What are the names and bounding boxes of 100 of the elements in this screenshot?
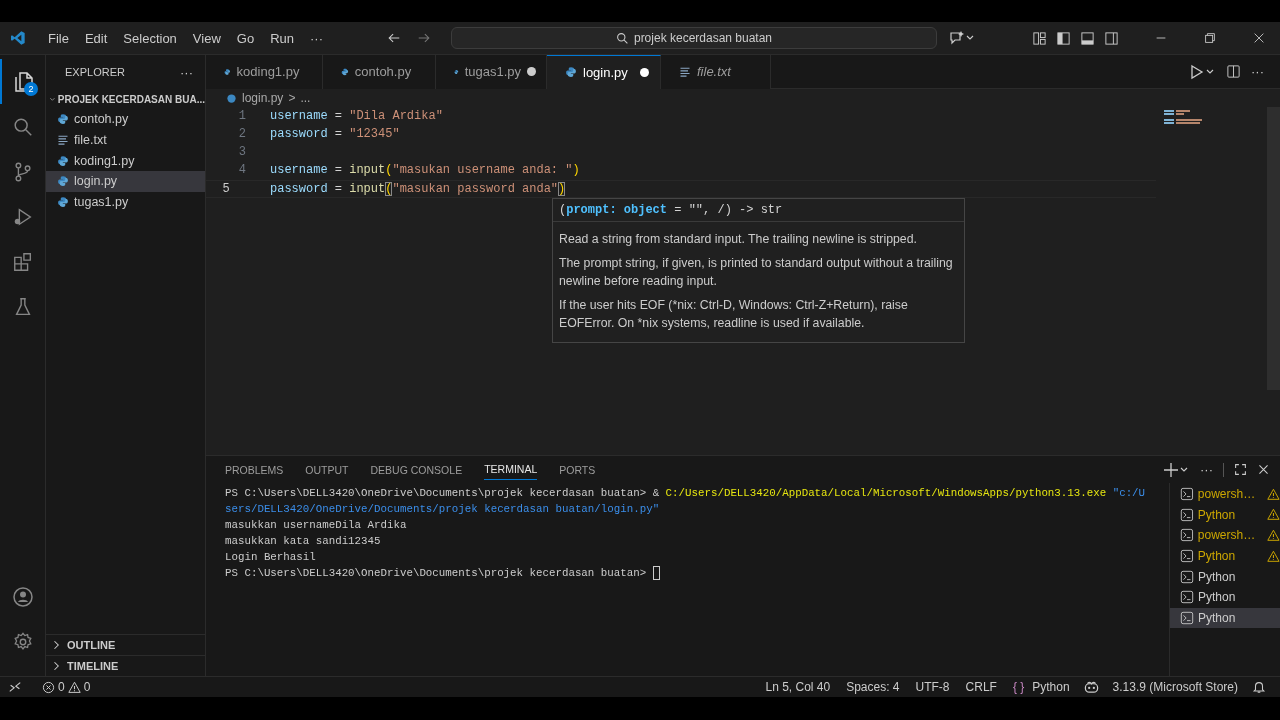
line-number: 2: [237, 126, 246, 142]
breadcrumb-item[interactable]: login.py: [242, 91, 284, 105]
editor-tab[interactable]: login.py: [547, 54, 661, 89]
warning-count: 0: [83, 680, 91, 694]
documentation-text: The prompt string, if given, is printed to standard output without a trailing newline before reading input.: [559, 255, 954, 290]
code-line: username = input("masukan username anda: "): [270, 162, 580, 178]
copilot-icon[interactable]: [1083, 679, 1099, 695]
text-file-icon: [679, 65, 691, 78]
menu-item[interactable]: View: [184, 30, 229, 46]
terminal-icon: [1180, 590, 1194, 605]
remote-icon[interactable]: [8, 680, 22, 694]
cursor-position[interactable]: Ln 5, Col 40: [757, 680, 839, 694]
explorer-entry[interactable]: login.py: [46, 171, 205, 192]
problems-status[interactable]: 0 0: [34, 680, 99, 694]
terminal-item[interactable]: Python: [1170, 504, 1280, 526]
panel-tab[interactable]: PORTS: [559, 459, 596, 480]
terminal-icon: [1180, 528, 1194, 543]
terminal-item[interactable]: Python: [1170, 545, 1280, 567]
error-icon: [42, 680, 55, 694]
more-menu[interactable]: ···: [302, 30, 331, 46]
terminal-line: masukkan kata sandi12345: [225, 535, 381, 547]
run-icon[interactable]: [1190, 63, 1216, 80]
terminal-icon: [1180, 507, 1194, 522]
breadcrumb-item[interactable]: ...: [300, 91, 311, 105]
menu-item[interactable]: Run: [262, 30, 302, 46]
folder-row[interactable]: PROJEK KECERDASAN BUA...: [46, 89, 205, 109]
line-number: 3: [237, 144, 246, 160]
close-icon[interactable]: [1257, 463, 1270, 476]
more-actions[interactable]: ···: [180, 64, 193, 80]
command-center[interactable]: projek kecerdasan buatan: [451, 27, 937, 49]
terminal-item[interactable]: Python: [1170, 586, 1280, 608]
vscode-logo-icon: [10, 30, 26, 46]
split-editor-icon[interactable]: [1226, 64, 1241, 79]
more-actions[interactable]: ···: [1251, 64, 1264, 79]
extensions-icon: [11, 250, 34, 273]
layout-icon[interactable]: [1032, 30, 1047, 46]
encoding-status[interactable]: UTF-8: [907, 680, 958, 694]
terminal-line: PS C:\Users\DELL3420\OneDrive\Documents\projek kecerdasan buatan>: [225, 567, 648, 579]
explorer-entry[interactable]: koding1.py: [46, 150, 205, 172]
code-line: password = input("masukan password anda"): [270, 181, 566, 197]
terminal-icon: [1180, 569, 1194, 584]
language-status-mark[interactable]: { }: [1004, 680, 1025, 694]
terminal-line: Login Berhasil: [225, 551, 316, 563]
terminal-item[interactable]: Python: [1170, 607, 1280, 629]
secondary-sidebar-icon[interactable]: [1104, 30, 1119, 46]
chat-sparkle-icon[interactable]: [949, 30, 975, 46]
bell-icon[interactable]: [1252, 680, 1266, 694]
minimap-drawing: [1164, 110, 1202, 124]
menu-item[interactable]: File: [40, 30, 77, 46]
text-file-icon: [57, 134, 69, 147]
account-icon[interactable]: [10, 584, 35, 609]
line-number: 4: [237, 162, 246, 178]
menu-item[interactable]: Go: [228, 30, 263, 46]
editor-tab[interactable]: tugas1.py: [436, 54, 547, 89]
breadcrumb-separator: >: [288, 91, 296, 105]
maximize-icon[interactable]: [1234, 463, 1247, 476]
back-arrow-icon[interactable]: [387, 31, 401, 45]
sidebar-title: EXPLORER: [65, 66, 125, 78]
terminal-line: PS C:\Users\DELL3420\OneDrive\Documents\projek kecerdasan buatan> & C:/Users/DELL3420/AppData/Local/Microsoft/WindowsApps/python3.13.exe "c:/U: [225, 487, 1146, 499]
terminal-item[interactable]: Python: [1170, 566, 1280, 587]
count-badge: 2: [24, 82, 38, 96]
editor-tab[interactable]: file.txt: [661, 54, 771, 89]
terminal-icon: [1180, 487, 1194, 502]
error-count: 0: [58, 680, 65, 694]
terminal-line: sers/DELL3420/OneDrive/Documents/projek kecerdasan buatan/login.py": [225, 503, 660, 515]
panel-tab[interactable]: OUTPUT: [305, 459, 349, 480]
terminal-item[interactable]: powersh…: [1170, 484, 1280, 505]
panel-toggle-icon[interactable]: [1080, 30, 1095, 46]
documentation-text: Read a string from standard input. The trailing newline is stripped.: [559, 231, 918, 248]
explorer-entry[interactable]: tugas1.py: [46, 191, 205, 213]
forward-arrow-icon[interactable]: [417, 31, 431, 45]
explorer-entry[interactable]: file.txt: [46, 129, 205, 151]
code-line: password = "12345": [270, 126, 400, 142]
panel-tab[interactable]: TERMINAL: [484, 459, 538, 480]
new-terminal-icon[interactable]: [1164, 461, 1190, 478]
restore-icon[interactable]: [1203, 31, 1217, 45]
explorer-entry[interactable]: contoh.py: [46, 109, 205, 130]
menu-item[interactable]: Edit: [76, 30, 116, 46]
indentation-status[interactable]: Spaces: 4: [838, 680, 908, 694]
editor-tab[interactable]: contoh.py: [323, 54, 436, 89]
warning-icon: [67, 680, 81, 694]
line-number: 5: [221, 181, 231, 197]
language-mode[interactable]: Python: [1024, 680, 1078, 694]
primary-sidebar-icon[interactable]: [1056, 30, 1071, 46]
panel-tab[interactable]: DEBUG CONSOLE: [370, 459, 463, 480]
search-icon: [615, 31, 629, 45]
documentation-text: If the user hits EOF (*nix: Ctrl-D, Windows: Ctrl-Z+Return), raise EOFError. On *nix systems, readline is used if available.: [559, 297, 909, 332]
line-ending-status[interactable]: CRLF: [957, 680, 1005, 694]
terminal-icon: [1180, 549, 1194, 564]
terminal-line: masukkan usernameDila Ardika: [225, 519, 407, 531]
menu-item[interactable]: Selection: [115, 30, 185, 46]
more-actions[interactable]: ···: [1200, 462, 1213, 477]
unsaved-dot[interactable]: [639, 67, 649, 77]
section-header[interactable]: OUTLINE: [46, 634, 205, 655]
terminal-item[interactable]: powersh…: [1170, 525, 1280, 546]
close-icon[interactable]: [1252, 31, 1266, 45]
editor-tab[interactable]: koding1.py: [206, 54, 323, 89]
panel-tab[interactable]: PROBLEMS: [225, 459, 284, 480]
unsaved-dot[interactable]: [527, 67, 536, 76]
interpreter-status[interactable]: 3.13.9 (Microsoft Store): [1104, 680, 1246, 694]
